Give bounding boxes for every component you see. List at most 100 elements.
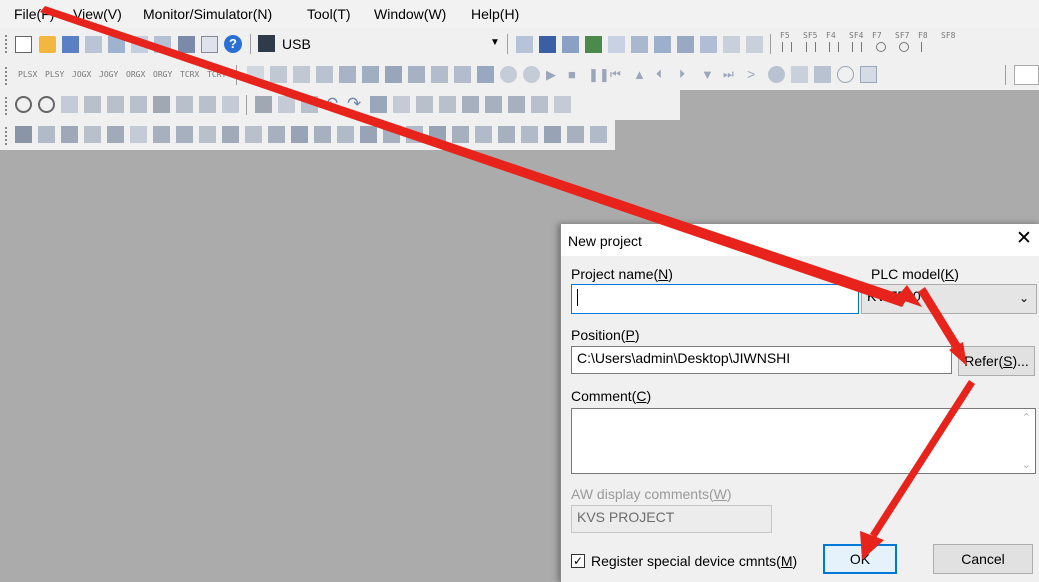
dialog-titlebar[interactable]: New project ✕ (561, 224, 1039, 256)
tool-g-icon[interactable] (291, 126, 308, 143)
device-monitor-icon[interactable] (477, 66, 494, 83)
redo-icon[interactable]: ↷ (347, 94, 361, 114)
replace-icon[interactable] (393, 96, 410, 113)
tcrx-button[interactable]: TCRX (180, 70, 199, 79)
cancel-button[interactable]: Cancel (933, 544, 1033, 574)
menu-window[interactable]: Window(W) (374, 6, 446, 22)
tool-o-icon[interactable] (475, 126, 492, 143)
plsx-button[interactable]: PLSX (18, 70, 37, 79)
step-back-icon[interactable]: ⏴ (656, 67, 662, 82)
save-all-icon[interactable] (85, 36, 102, 53)
fn-key-sf4[interactable]: SF4 (849, 31, 863, 40)
tool-j-icon[interactable] (360, 126, 377, 143)
open-folder-icon[interactable] (39, 36, 56, 53)
menu-file[interactable]: File(F) (14, 6, 54, 22)
counter-icon[interactable] (860, 66, 877, 83)
project-tree-icon[interactable] (15, 126, 32, 143)
play-icon[interactable]: ▶ (546, 67, 556, 83)
print-icon[interactable] (178, 36, 195, 53)
position-input[interactable]: C:\Users\admin\Desktop\JIWNSHI (571, 346, 952, 374)
menu-help[interactable]: Help(H) (471, 6, 519, 22)
fn-key-f7[interactable]: F7 (872, 31, 882, 40)
menu-monitor-simulator[interactable]: Monitor/Simulator(N) (143, 6, 272, 22)
step-down-icon[interactable]: ▼ (701, 67, 714, 82)
tool-h-icon[interactable] (314, 126, 331, 143)
toolbar-grip[interactable] (5, 97, 7, 115)
toolbar-combo[interactable] (1014, 65, 1039, 85)
tool-c-icon[interactable] (199, 126, 216, 143)
plc-model-select[interactable]: KV-7500 ⌄ (861, 284, 1037, 314)
zoom-in-icon[interactable] (15, 96, 32, 113)
fn-key-f4[interactable]: F4 (826, 31, 836, 40)
run-icon[interactable] (585, 36, 602, 53)
fn-key-sf5[interactable]: SF5 (803, 31, 817, 40)
skip-back-icon[interactable]: ⏮ (610, 67, 621, 82)
toolbar-grip[interactable] (5, 67, 7, 85)
fn-key-sf7[interactable]: SF7 (895, 31, 909, 40)
tool-e-icon[interactable] (245, 126, 262, 143)
list-numbered-icon[interactable] (293, 66, 310, 83)
edit-line-icon[interactable] (247, 66, 264, 83)
protect-icon[interactable] (154, 36, 171, 53)
undo-icon[interactable]: ↶ (324, 94, 338, 114)
split-icon[interactable] (107, 96, 124, 113)
comment-icon[interactable] (316, 66, 333, 83)
jump-icon[interactable] (416, 96, 433, 113)
export-icon[interactable] (131, 36, 148, 53)
fn-key-f5[interactable]: F5 (780, 31, 790, 40)
close-icon[interactable]: ✕ (1016, 229, 1032, 248)
fn-key-sf8[interactable]: SF8 (941, 31, 955, 40)
register-special-checkbox[interactable]: ✓ (571, 554, 585, 568)
tool-d-icon[interactable] (222, 126, 239, 143)
timer-icon[interactable] (837, 66, 854, 83)
panel-icon[interactable] (153, 96, 170, 113)
find-icon[interactable] (370, 96, 387, 113)
unit-icon[interactable] (554, 96, 571, 113)
tool-t-icon[interactable] (590, 126, 607, 143)
monitor-icon[interactable] (631, 36, 648, 53)
step-forward-icon[interactable]: ⏵ (679, 67, 685, 82)
comment-textarea[interactable]: ⌃ ⌄ (571, 408, 1036, 474)
graph-icon[interactable] (339, 66, 356, 83)
paste-icon[interactable] (301, 96, 318, 113)
bookmark-icon[interactable] (485, 96, 502, 113)
tool-b-icon[interactable] (176, 126, 193, 143)
read-from-plc-icon[interactable] (516, 36, 533, 53)
tool-n-icon[interactable] (452, 126, 469, 143)
tool-l-icon[interactable] (406, 126, 423, 143)
tcry-button[interactable]: TCRY (207, 70, 226, 79)
grid-icon[interactable] (362, 66, 379, 83)
scroll-down-icon[interactable]: ⌄ (1022, 458, 1031, 471)
cut-icon[interactable] (255, 96, 272, 113)
skip-forward-icon[interactable]: ⏭ (723, 67, 734, 82)
menu-view[interactable]: View(V) (73, 6, 122, 22)
new-file-icon[interactable] (15, 36, 32, 53)
refer-button[interactable]: Refer(S)... (958, 346, 1035, 376)
trend-icon[interactable] (38, 126, 55, 143)
print-preview-icon[interactable] (201, 36, 218, 53)
toolbar-grip[interactable] (5, 127, 7, 145)
device-icon[interactable] (723, 36, 740, 53)
copy-icon[interactable] (278, 96, 295, 113)
toolbar-grip[interactable] (5, 35, 7, 53)
table-icon[interactable] (385, 66, 402, 83)
device-search-icon[interactable] (462, 96, 479, 113)
simulator-icon[interactable] (654, 36, 671, 53)
scan-icon[interactable] (768, 66, 785, 83)
orgx-button[interactable]: ORGX (126, 70, 145, 79)
tool-q-icon[interactable] (521, 126, 538, 143)
project-name-input[interactable] (571, 284, 859, 314)
tool-i-icon[interactable] (337, 126, 354, 143)
hand-icon[interactable] (791, 66, 808, 83)
layout-alt-icon[interactable] (199, 96, 216, 113)
tool-p-icon[interactable] (498, 126, 515, 143)
orgy-button[interactable]: ORGY (153, 70, 172, 79)
tool-k-icon[interactable] (383, 126, 400, 143)
tool-m-icon[interactable] (429, 126, 446, 143)
connection-selector[interactable]: USB (282, 36, 311, 52)
force-icon[interactable] (814, 66, 831, 83)
zoom-out-icon[interactable] (38, 96, 55, 113)
jogx-button[interactable]: JOGX (72, 70, 91, 79)
tool-s-icon[interactable] (567, 126, 584, 143)
tile-icon[interactable] (130, 96, 147, 113)
